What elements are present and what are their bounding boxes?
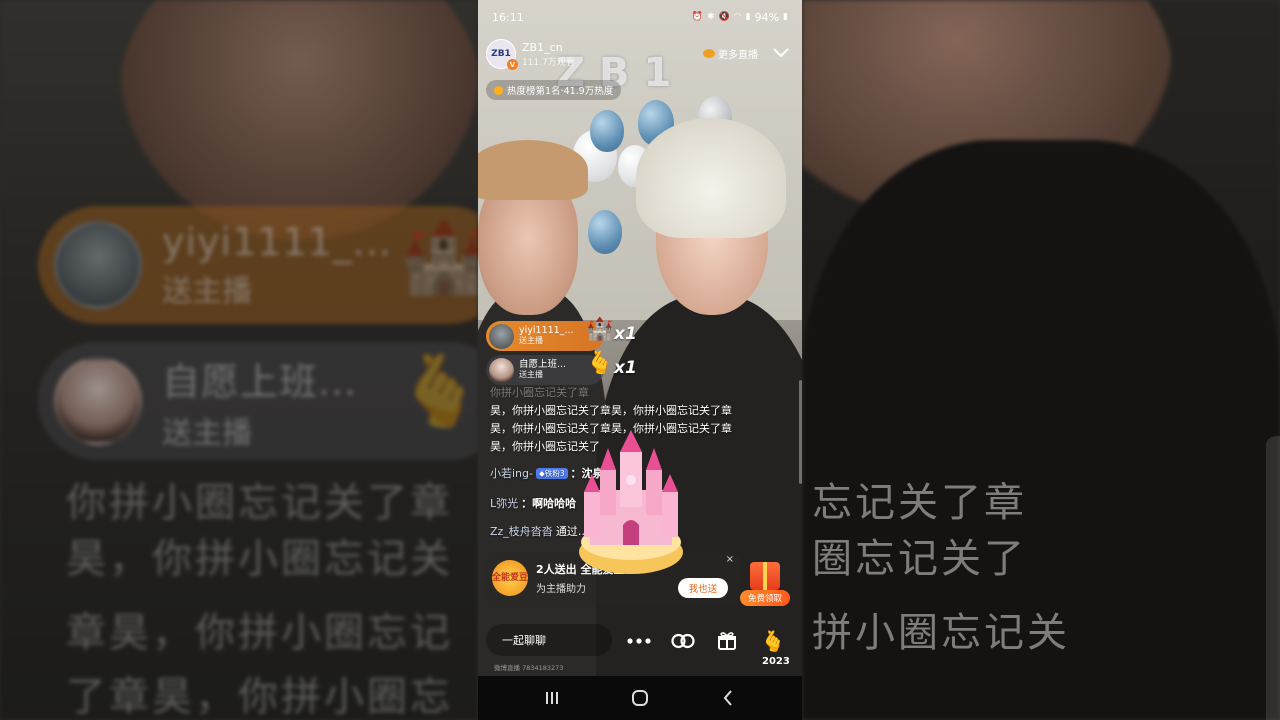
gift-count: x1	[614, 324, 637, 344]
blurred-comment: 圈忘记关了	[812, 536, 1027, 582]
gift-count: x1	[614, 358, 637, 378]
more-icon[interactable]	[624, 626, 654, 656]
mute-icon: 🔇	[718, 12, 730, 22]
navigation-bar	[478, 676, 802, 720]
avatar	[489, 323, 514, 349]
chat-input[interactable]: 一起聊聊	[486, 624, 612, 656]
phone-screen: ZB1 16:11 ⏰ ✱ 🔇 ◠ ▮ 94% ▮ ZB1 V ZB1_cn 1…	[478, 0, 802, 720]
host-card[interactable]: ZB1 V ZB1_cn 111.7万观看	[486, 38, 585, 70]
free-gift-button[interactable]: 免费领取	[740, 562, 792, 608]
link-icon[interactable]	[668, 626, 698, 656]
blurred-comment: 忘记关了章	[812, 480, 1027, 526]
gift-notification[interactable]: 自愿上班... 送主播 🫰 x1	[486, 351, 637, 385]
planet-icon	[703, 49, 715, 58]
comment-line[interactable]: L弥光 ：啊哈哈哈	[490, 495, 576, 511]
balloon	[588, 210, 622, 254]
comment-text: ：啊哈哈哈	[521, 497, 577, 510]
verified-badge-icon: V	[507, 59, 518, 70]
signal-icon: ▮	[745, 12, 751, 22]
finger-heart-icon[interactable]: 🫰	[758, 626, 788, 656]
alarm-icon: ⏰	[691, 12, 704, 22]
gift-action: 送主播	[519, 369, 543, 379]
blurred-comment: 拼小圈忘记关	[812, 610, 1070, 656]
castle-gift-animation-icon	[579, 430, 683, 574]
gift-action: 送主播	[519, 335, 543, 345]
gift-notification[interactable]: yiyi1111_... 送主播 🏰 x1	[486, 317, 637, 351]
chevron-down-icon[interactable]	[770, 42, 792, 64]
host-name: ZB1_cn	[522, 40, 563, 54]
gift-icon[interactable]	[712, 626, 742, 656]
viewer-count: 111.7万观看	[522, 57, 575, 68]
host-avatar[interactable]: ZB1 V	[486, 39, 518, 70]
battery-icon: ▮	[783, 12, 788, 22]
status-bar: 16:11 ⏰ ✱ 🔇 ◠ ▮ 94% ▮	[478, 0, 802, 34]
more-live-button[interactable]: 更多直播	[703, 46, 758, 61]
fan-badge: ◆铁粉3	[535, 467, 568, 479]
back-icon[interactable]	[708, 683, 748, 713]
castle-icon: 🏰	[586, 317, 614, 342]
bluetooth-icon: ✱	[707, 12, 715, 22]
close-icon[interactable]: ×	[726, 554, 734, 565]
status-time: 16:11	[492, 10, 524, 24]
send-too-button[interactable]: 我也送	[678, 578, 728, 598]
hot-rank-badge[interactable]: 热度榜第1名·41.9万热度	[486, 80, 622, 100]
wifi-icon: ◠	[733, 12, 742, 22]
home-icon[interactable]	[620, 683, 660, 713]
comment-user[interactable]: L弥光	[490, 495, 518, 511]
room-id: 微博直播 7834183273	[494, 664, 564, 672]
more-live-label: 更多直播	[718, 50, 758, 61]
person-right-hair	[636, 118, 786, 238]
free-gift-label: 免费领取	[740, 590, 790, 606]
screen: yiyi1111_... 送主播 🏰 自愿上班... 送主播 🫰 你拼小圈忘记关…	[0, 0, 1280, 720]
comment-faded-line: 你拼小圈忘记关了章	[490, 386, 589, 399]
blurred-background-left: yiyi1111_... 送主播 🏰 自愿上班... 送主播 🫰 你拼小圈忘记关…	[0, 0, 478, 720]
balloon	[590, 110, 624, 152]
avatar	[489, 357, 514, 383]
live-video: ZB1 16:11 ⏰ ✱ 🔇 ◠ ▮ 94% ▮ ZB1 V ZB1_cn 1…	[478, 0, 802, 676]
finger-heart-icon: 🫰	[586, 351, 614, 376]
battery-level: 94%	[754, 10, 780, 24]
support-subtitle: 为主播助力	[536, 584, 586, 595]
scrollbar[interactable]	[799, 380, 802, 484]
recent-apps-icon[interactable]	[532, 683, 572, 713]
edge-panel-handle[interactable]	[1266, 436, 1280, 720]
hot-rank-text: 热度榜第1名·41.9万热度	[507, 86, 614, 97]
year-label: 2023	[762, 656, 790, 667]
person-left-hat	[478, 140, 588, 200]
comment-user[interactable]: Zz_枝舟沓沓	[490, 523, 553, 539]
idol-badge-icon: 全能爱豆	[492, 560, 528, 596]
fire-icon	[494, 85, 503, 95]
comment-user[interactable]: 小若ing-	[490, 465, 533, 481]
